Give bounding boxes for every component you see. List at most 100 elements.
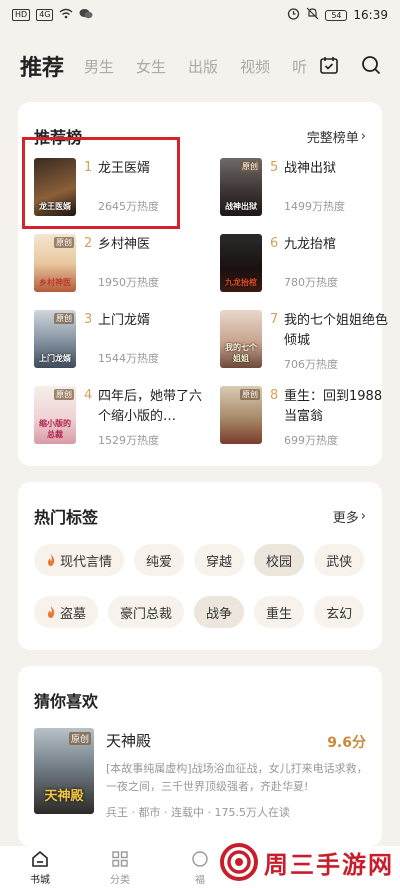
chevron-right-icon: › — [360, 128, 366, 144]
wifi-icon — [59, 8, 73, 22]
tag-row-2: 盗墓 豪门总裁 战争 重生 玄幻 — [34, 596, 365, 628]
mute-icon — [306, 7, 319, 23]
watermark-text: 周三手游网 — [264, 850, 394, 879]
book-cover[interactable]: 原创 天神殿 — [34, 728, 94, 814]
full-ranking-link[interactable]: 完整榜单 › — [307, 127, 366, 146]
site-watermark: 周三手游网 — [220, 843, 394, 881]
tag-label: 武侠 — [326, 554, 353, 570]
book-heat: 780万热度 — [284, 276, 338, 289]
flame-icon — [48, 605, 55, 618]
tag-label: 盗墓 — [60, 606, 87, 622]
guess-title: 猜你喜欢 — [34, 692, 99, 711]
book-heat: 706万热度 — [284, 358, 338, 371]
tag-label: 校园 — [266, 554, 293, 570]
tag-pill[interactable]: 武侠 — [314, 544, 365, 576]
chevron-right-icon: › — [360, 508, 366, 524]
watermark-logo-icon — [220, 843, 258, 881]
tab-video[interactable]: 视频 — [240, 56, 270, 77]
calendar-checkin-icon[interactable] — [318, 54, 340, 76]
tag-pill[interactable]: 盗墓 — [34, 596, 99, 628]
book-name: 战神出狱 — [284, 161, 337, 176]
topnav-actions — [318, 54, 382, 76]
book-cover: 原创 战神出狱 — [220, 158, 262, 216]
nav-category[interactable]: 分类 — [80, 849, 160, 886]
tag-label: 重生 — [266, 606, 293, 622]
rank-number: 4 — [84, 388, 93, 403]
cover-title: 天神殿 — [44, 789, 84, 804]
guess-card: 猜你喜欢 原创 天神殿 天神殿 9.6分 [本故事纯属虚构]战场浴血征战，女儿打… — [18, 666, 382, 846]
tab-recommend[interactable]: 推荐 — [20, 50, 64, 82]
tag-pill[interactable]: 战争 — [194, 596, 245, 628]
book-heat: 1950万热度 — [98, 276, 159, 289]
tab-female[interactable]: 女生 — [136, 56, 166, 77]
book-cover: 原创 — [220, 386, 262, 444]
home-icon — [32, 850, 48, 867]
nav-bookstore[interactable]: 书城 — [0, 849, 80, 886]
tag-pill[interactable]: 现代言情 — [34, 544, 125, 576]
book-name: 我的七个姐姐绝色倾城 — [284, 313, 388, 348]
cover-title: 我的七个姐姐 — [225, 343, 257, 363]
book-heat: 699万热度 — [284, 434, 338, 447]
cover-tag: 原创 — [240, 161, 260, 172]
cover-title: 战神出狱 — [225, 202, 257, 211]
tag-pill[interactable]: 穿越 — [194, 544, 245, 576]
status-time: 16:39 — [353, 8, 388, 22]
tag-label: 现代言情 — [60, 554, 113, 570]
rank-item-3[interactable]: 原创 上门龙婿 3 上门龙婿 1544万热度 — [34, 310, 204, 376]
tag-pill[interactable]: 重生 — [254, 596, 305, 628]
book-cover: 九龙抬棺 — [220, 234, 262, 292]
hd-indicator: HD — [12, 9, 31, 21]
rank-number: 6 — [270, 236, 279, 251]
nav-label: 分类 — [110, 874, 130, 886]
book-cover: 原创 乡村神医 — [34, 234, 76, 292]
tag-pill[interactable]: 校园 — [254, 544, 305, 576]
book-cover: 原创 上门龙婿 — [34, 310, 76, 368]
cover-title: 缩小版的总裁 — [39, 419, 71, 439]
book-heat: 1499万热度 — [284, 200, 345, 213]
nav-label: 福 — [195, 874, 205, 886]
hot-tags-card: 热门标签 更多 › 现代言情 纯爱 穿越 校园 武侠 盗墓 豪门总裁 战争 重生… — [18, 482, 382, 650]
tab-publish[interactable]: 出版 — [188, 56, 218, 77]
status-bar: HD 4G 54 16:39 — [0, 0, 400, 30]
rank-number: 7 — [270, 312, 279, 327]
status-left: HD 4G — [12, 8, 93, 23]
tag-pill[interactable]: 玄幻 — [314, 596, 365, 628]
more-tags-link[interactable]: 更多 › — [333, 507, 366, 526]
grid-icon — [112, 850, 128, 867]
tag-pill[interactable]: 纯爱 — [134, 544, 185, 576]
alarm-icon — [287, 7, 300, 23]
status-right: 54 16:39 — [287, 7, 388, 23]
search-icon[interactable] — [360, 54, 382, 76]
flame-icon — [48, 553, 55, 566]
rank-item-2[interactable]: 原创 乡村神医 2 乡村神医 1950万热度 — [34, 234, 204, 300]
book-name: 九龙抬棺 — [284, 237, 337, 252]
tag-label: 穿越 — [206, 554, 233, 570]
full-ranking-label: 完整榜单 — [306, 130, 359, 146]
book-name[interactable]: 天神殿 — [106, 730, 151, 751]
gift-icon — [192, 850, 208, 867]
rank-item-6[interactable]: 九龙抬棺 6 九龙抬棺 780万热度 — [220, 234, 390, 300]
book-name: 重生：回到1988当富翁 — [284, 389, 383, 424]
rank-number: 5 — [270, 160, 279, 175]
wechat-icon — [79, 8, 93, 23]
cover-tag: 原创 — [54, 389, 74, 400]
tag-pill[interactable]: 豪门总裁 — [108, 596, 185, 628]
rank-item-7[interactable]: 我的七个姐姐 7 我的七个姐姐绝色倾城 706万热度 — [220, 310, 390, 376]
book-name: 上门龙婿 — [98, 313, 151, 328]
tab-male[interactable]: 男生 — [84, 56, 114, 77]
tag-label: 战争 — [206, 606, 233, 622]
highlight-annotation-box — [22, 137, 180, 229]
rank-item-8[interactable]: 原创 8 重生：回到1988当富翁 699万热度 — [220, 386, 390, 452]
more-tags-label: 更多 — [332, 510, 359, 526]
book-cover: 原创 缩小版的总裁 — [34, 386, 76, 444]
nav-label: 书城 — [30, 874, 50, 886]
cover-title: 上门龙婿 — [39, 354, 71, 363]
book-name: 四年后，她带了六个缩小版的… — [98, 389, 202, 424]
tab-listen[interactable]: 听 — [292, 56, 312, 77]
book-meta: 兵王 · 都市 · 连载中 · 175.5万人在读 — [106, 806, 290, 819]
network-indicator: 4G — [36, 9, 54, 21]
rank-item-4[interactable]: 原创 缩小版的总裁 4 四年后，她带了六个缩小版的… 1529万热度 — [34, 386, 204, 452]
rank-item-5[interactable]: 原创 战神出狱 5 战神出狱 1499万热度 — [220, 158, 390, 224]
rank-number: 2 — [84, 236, 93, 251]
cover-title: 乡村神医 — [39, 278, 71, 287]
